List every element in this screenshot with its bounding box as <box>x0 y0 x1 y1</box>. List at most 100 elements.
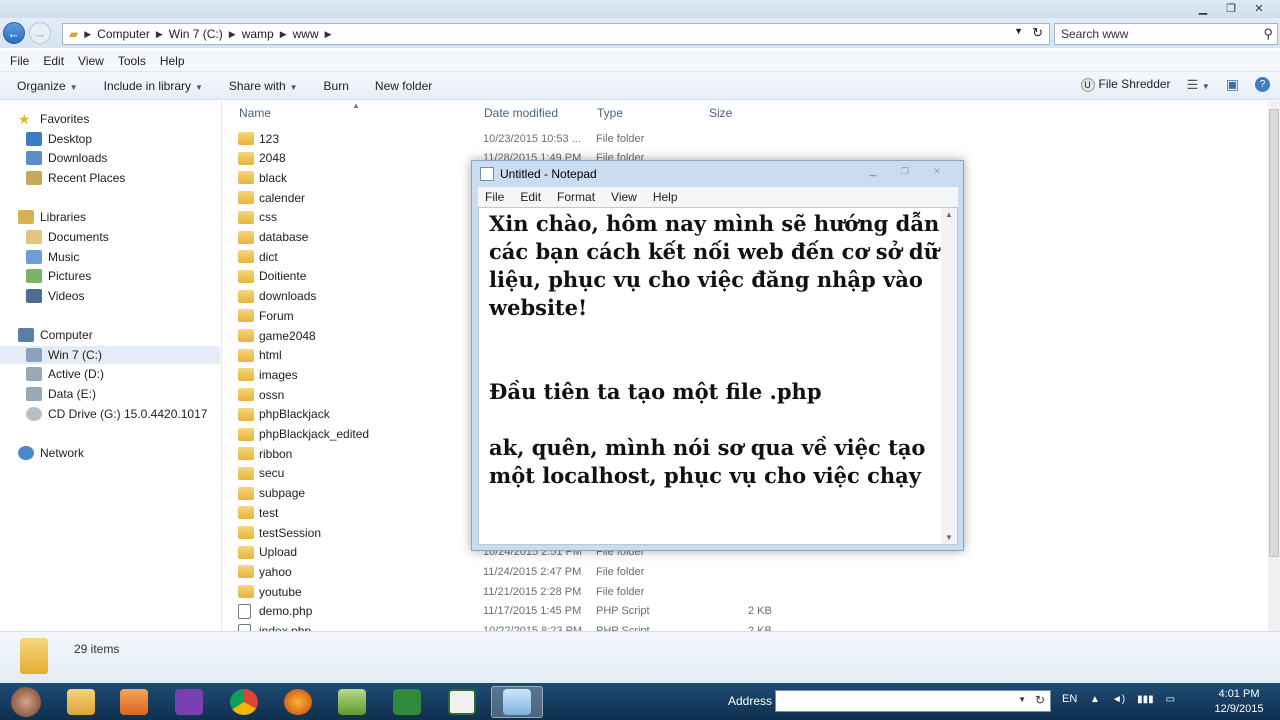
maximize-icon[interactable]: ❐ <box>1218 0 1244 16</box>
nav-win7-drive[interactable]: Win 7 (C:) <box>0 346 220 364</box>
notepad-menu-help[interactable]: Help <box>653 190 678 204</box>
minimize-icon[interactable]: ▁ <box>1190 0 1216 16</box>
scrollbar-thumb[interactable] <box>1269 109 1279 557</box>
nav-computer[interactable]: Computer <box>18 326 93 344</box>
chevron-down-icon[interactable]: ▼ <box>1014 26 1023 36</box>
notepad-menu-view[interactable]: View <box>611 190 637 204</box>
new-folder-button[interactable]: New folder <box>375 79 432 93</box>
menu-file[interactable]: File <box>10 54 29 68</box>
file-row[interactable]: 123 10/23/2015 10:53 ... File folder <box>238 129 798 148</box>
clock-date: 12/9/2015 <box>1214 703 1264 715</box>
chevron-down-icon[interactable]: ▼ <box>1018 695 1026 704</box>
notepad-scrollbar[interactable]: ▲ ▼ <box>941 208 957 544</box>
nav-pictures[interactable]: Pictures <box>26 267 91 285</box>
file-type: PHP Script <box>596 605 650 618</box>
address-bar[interactable]: ▰ ▶ Computer ▶ Win 7 (C:) ▶ wamp ▶ www ▶… <box>62 23 1050 45</box>
taskbar-notepad[interactable] <box>491 686 543 718</box>
taskbar-media-player[interactable] <box>108 686 160 718</box>
breadcrumb-computer[interactable]: Computer <box>97 27 150 41</box>
nav-data-drive[interactable]: Data (E:) <box>26 385 96 403</box>
taskbar-camtasia[interactable] <box>381 686 433 718</box>
file-date: 11/24/2015 2:47 PM <box>483 565 582 578</box>
taskbar-visual-studio[interactable] <box>163 686 215 718</box>
notepad-content[interactable]: Xin chào, hôm nay mình sẽ hướng dẫn các … <box>489 210 941 490</box>
notepad-menu-edit[interactable]: Edit <box>520 190 541 204</box>
maximize-icon[interactable]: ❐ <box>893 164 917 178</box>
battery-icon[interactable]: ▭ <box>1166 694 1175 705</box>
downloads-icon <box>26 151 42 165</box>
shredder-icon: U <box>1080 78 1095 92</box>
taskbar-chrome[interactable] <box>218 686 270 718</box>
refresh-icon[interactable]: ↻ <box>1035 693 1045 707</box>
taskbar-firefox[interactable] <box>272 686 324 718</box>
breadcrumb-www[interactable]: www <box>293 27 319 41</box>
notepad-menu-file[interactable]: File <box>485 190 504 204</box>
folder-icon <box>238 191 254 205</box>
language-indicator[interactable]: EN <box>1062 693 1077 705</box>
close-icon[interactable]: ✕ <box>1246 0 1272 16</box>
nav-documents[interactable]: Documents <box>26 228 109 246</box>
scroll-up-icon[interactable]: ▲ <box>945 210 953 219</box>
music-icon <box>26 250 42 264</box>
help-icon[interactable]: ? <box>1255 77 1270 92</box>
taskbar-address-input[interactable]: ▼ ↻ <box>775 690 1051 712</box>
speaker-icon[interactable]: ◄) <box>1112 694 1125 705</box>
file-row[interactable]: demo.php 11/17/2015 1:45 PM PHP Script 2 KB <box>238 602 798 621</box>
notepad-titlebar[interactable]: Untitled - Notepad ▁ ❐ ✕ <box>472 161 963 186</box>
back-button[interactable]: ← <box>3 22 25 44</box>
sort-up-icon: ▲ <box>352 101 360 110</box>
file-row[interactable]: yahoo 11/24/2015 2:47 PM File folder <box>238 562 798 581</box>
view-options-icon[interactable]: ☰ ▼ <box>1187 77 1210 93</box>
libraries-icon <box>18 210 34 224</box>
taskbar-codeblocks[interactable] <box>436 686 488 718</box>
nav-recent-places[interactable]: Recent Places <box>26 169 125 187</box>
nav-desktop[interactable]: Desktop <box>26 130 92 148</box>
column-type[interactable]: Type <box>597 106 623 120</box>
nav-libraries[interactable]: Libraries <box>18 208 86 226</box>
nav-music[interactable]: Music <box>26 248 79 266</box>
network-icon[interactable]: ▮▮▮ <box>1137 694 1154 705</box>
share-with-button[interactable]: Share with ▼ <box>229 79 298 93</box>
nav-active-drive[interactable]: Active (D:) <box>26 365 104 383</box>
breadcrumb-drive[interactable]: Win 7 (C:) <box>169 27 223 41</box>
burn-button[interactable]: Burn <box>324 79 349 93</box>
menu-edit[interactable]: Edit <box>43 54 64 68</box>
refresh-icon[interactable]: ↻ <box>1032 25 1043 41</box>
scroll-down-icon[interactable]: ▼ <box>945 533 953 542</box>
nav-network[interactable]: Network <box>18 444 84 462</box>
explorer-scrollbar[interactable] <box>1268 101 1280 631</box>
menu-help[interactable]: Help <box>160 54 185 68</box>
preview-pane-icon[interactable]: ▣ <box>1226 76 1239 93</box>
forward-button[interactable]: → <box>29 22 51 44</box>
file-row[interactable]: youtube 11/21/2015 2:28 PM File folder <box>238 582 798 601</box>
notepad-menu-format[interactable]: Format <box>557 190 595 204</box>
menu-tools[interactable]: Tools <box>118 54 146 68</box>
nav-downloads[interactable]: Downloads <box>26 149 107 167</box>
nav-cd-drive[interactable]: CD Drive (G:) 15.0.4420.1017 <box>26 405 207 423</box>
system-clock[interactable]: 4:01 PM 12/9/2015 <box>1206 687 1272 717</box>
folder-icon <box>238 368 254 382</box>
column-date[interactable]: Date modified <box>484 106 558 120</box>
user-avatar[interactable] <box>0 686 52 718</box>
close-icon[interactable]: ✕ <box>925 164 949 178</box>
nav-videos[interactable]: Videos <box>26 287 84 305</box>
taskbar-notepadpp[interactable] <box>326 686 378 718</box>
window-controls: ▁ ❐ ✕ <box>1190 0 1272 16</box>
notepad-window[interactable]: Untitled - Notepad ▁ ❐ ✕ File Edit Forma… <box>471 160 964 551</box>
nav-favorites[interactable]: ★ Favorites <box>18 110 89 128</box>
taskbar-address-label: Address <box>728 694 773 708</box>
column-name[interactable]: Name <box>239 106 271 120</box>
taskbar-explorer[interactable] <box>55 686 107 718</box>
navigation-pane: ★ Favorites Desktop Downloads Recent Plac… <box>0 101 222 631</box>
column-size[interactable]: Size <box>709 106 732 120</box>
include-in-library-button[interactable]: Include in library ▼ <box>104 79 203 93</box>
menu-view[interactable]: View <box>78 54 104 68</box>
minimize-icon[interactable]: ▁ <box>861 164 885 178</box>
search-icon[interactable]: ⚲ <box>1263 26 1273 42</box>
notepad-text-area[interactable]: Xin chào, hôm nay mình sẽ hướng dẫn các … <box>478 207 958 545</box>
tray-expand-icon[interactable]: ▲ <box>1090 694 1100 705</box>
file-shredder-button[interactable]: U File Shredder <box>1080 77 1171 92</box>
breadcrumb-wamp[interactable]: wamp <box>242 27 274 41</box>
organize-button[interactable]: Organize ▼ <box>17 79 78 93</box>
search-input[interactable]: Search www ⚲ <box>1054 23 1278 45</box>
